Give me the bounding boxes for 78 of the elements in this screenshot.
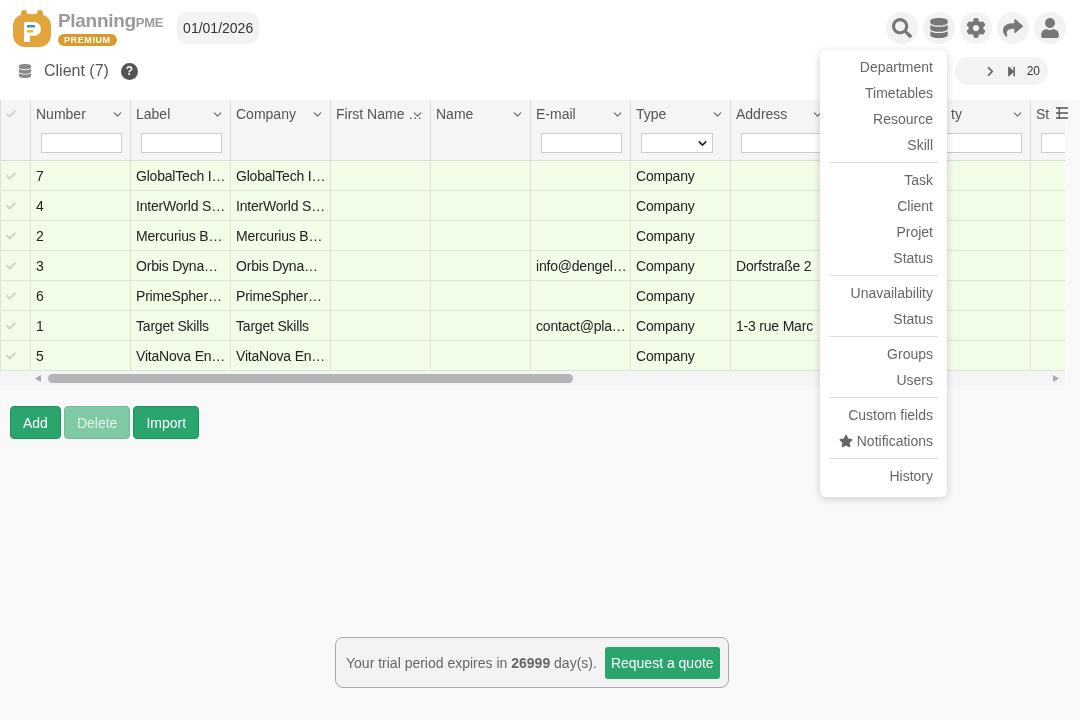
- search-icon: [892, 18, 912, 38]
- table-cell: Target Skills: [230, 310, 331, 341]
- menu-item[interactable]: Unavailability: [820, 280, 947, 306]
- column-header[interactable]: Type: [636, 106, 667, 122]
- table-cell: 4: [30, 190, 131, 221]
- column-header[interactable]: Address: [736, 106, 788, 122]
- last-page-icon[interactable]: [1005, 65, 1017, 77]
- menu-item[interactable]: Users: [820, 367, 947, 393]
- columns-icon[interactable]: [1056, 107, 1068, 119]
- settings-icon: [966, 18, 986, 38]
- menu-item[interactable]: Projet: [820, 219, 947, 245]
- help-button[interactable]: ?: [120, 62, 138, 80]
- check-icon[interactable]: [6, 109, 16, 119]
- date-label[interactable]: 01/01/2026: [177, 12, 260, 44]
- page-size[interactable]: 20: [1026, 64, 1040, 78]
- table-cell: GlobalTech I…: [230, 160, 331, 191]
- settings-button[interactable]: [960, 12, 992, 44]
- menu-item[interactable]: Resource: [820, 106, 947, 132]
- menu-item[interactable]: Skill: [820, 132, 947, 158]
- table-cell: Company: [630, 250, 731, 281]
- menu-item[interactable]: Client: [820, 193, 947, 219]
- table-cell: 3: [30, 250, 131, 281]
- user-icon: [1040, 18, 1060, 38]
- user-button[interactable]: [1034, 12, 1066, 44]
- table-cell: InterWorld S…: [230, 190, 331, 221]
- column-header[interactable]: ty: [951, 106, 962, 122]
- share-button[interactable]: [997, 12, 1029, 44]
- search-button[interactable]: [886, 12, 918, 44]
- table-cell: VitaNova En…: [130, 340, 231, 371]
- action-button[interactable]: Add: [10, 406, 61, 439]
- column-header[interactable]: Company: [236, 106, 296, 122]
- logo-text: PlanningPME: [58, 10, 164, 33]
- column-header[interactable]: Number: [36, 106, 86, 122]
- request-quote-button[interactable]: Request a quote: [604, 646, 720, 679]
- table-cell: Mercurius B…: [230, 220, 331, 251]
- table-cell: Company: [630, 280, 731, 311]
- database-button[interactable]: [923, 12, 955, 44]
- table-cell: Company: [630, 160, 731, 191]
- table-cell: Company: [630, 340, 731, 371]
- table-cell: contact@pla…: [530, 310, 631, 341]
- table-cell: info@dengel…: [530, 250, 631, 281]
- premium-badge: PREMIUM: [58, 34, 117, 46]
- table-cell: Orbis Dyna…: [230, 250, 331, 281]
- menu-item[interactable]: History: [820, 463, 947, 489]
- column-header[interactable]: E-mail: [536, 106, 576, 122]
- table-cell: 7: [30, 160, 131, 191]
- table-cell: 6: [30, 280, 131, 311]
- table-cell: Company: [630, 310, 731, 341]
- database-icon: [18, 64, 32, 78]
- table-cell: VitaNova En…: [230, 340, 331, 371]
- table-cell: GlobalTech I…: [130, 160, 231, 191]
- table-cell: Mercurius B…: [130, 220, 231, 251]
- menu-item[interactable]: Notifications: [820, 428, 947, 454]
- table-cell: Company: [630, 220, 731, 251]
- action-button[interactable]: Import: [133, 406, 200, 439]
- menu-item[interactable]: Task: [820, 167, 947, 193]
- logo-icon: [12, 8, 52, 48]
- column-header[interactable]: Label: [136, 106, 171, 122]
- column-header[interactable]: St: [1036, 106, 1050, 122]
- table-cell: PrimeSpher…: [230, 280, 331, 311]
- table-cell: Company: [630, 190, 731, 221]
- database-icon: [929, 18, 949, 38]
- table-cell: Orbis Dyna…: [130, 250, 231, 281]
- menu-item[interactable]: Timetables: [820, 80, 947, 106]
- table-cell: Target Skills: [130, 310, 231, 341]
- menu-item[interactable]: Custom fields: [820, 402, 947, 428]
- page-title: Client (7): [44, 62, 109, 80]
- table-cell: PrimeSpher…: [130, 280, 231, 311]
- table-cell: InterWorld S…: [130, 190, 231, 221]
- share-icon: [1003, 18, 1023, 38]
- column-header[interactable]: Name: [436, 106, 474, 122]
- star-icon: [838, 434, 853, 448]
- table-cell: 1: [30, 310, 131, 341]
- table-cell: 5: [30, 340, 131, 371]
- menu-item[interactable]: Department: [820, 54, 947, 80]
- table-cell: 2: [30, 220, 131, 251]
- trial-message: Your trial period expires in 26999 day(s).: [346, 654, 597, 671]
- menu-item[interactable]: Groups: [820, 341, 947, 367]
